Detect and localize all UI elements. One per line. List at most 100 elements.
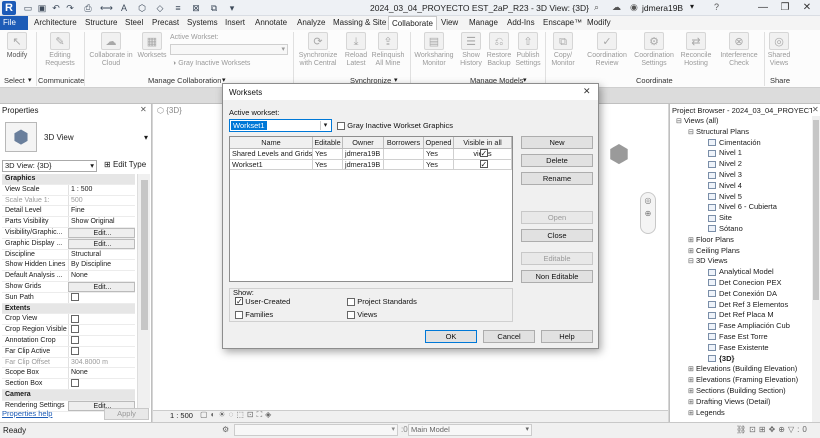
cell-visible[interactable]: ✓ (454, 159, 512, 170)
property-row[interactable]: Far Clip Offset 304.8000 m (2, 357, 135, 369)
3d-view-icon[interactable]: ⬡ (136, 2, 148, 14)
cell-editable[interactable]: Yes (313, 149, 343, 160)
property-value[interactable]: Fine (68, 206, 135, 217)
steering-wheel-icon[interactable]: ◎ (641, 196, 655, 205)
browser-node[interactable]: ⊞ Elevations (Framing Elevation) (676, 375, 812, 386)
collapse-icon[interactable]: ⊟ (688, 128, 696, 138)
expand-icon[interactable]: ⊞ (688, 247, 696, 257)
edit-button[interactable]: Edit... (68, 228, 135, 238)
property-row[interactable]: Far Clip Active (2, 346, 135, 358)
tab-modify[interactable]: Modify (584, 16, 614, 30)
cloud-icon[interactable]: ☁ (612, 2, 624, 14)
column-name[interactable]: Name (230, 137, 313, 149)
property-row[interactable]: Scope Box None (2, 368, 135, 380)
tab-analyze[interactable]: Analyze (294, 16, 328, 30)
browser-node[interactable]: ⊞ Ceiling Plans (676, 246, 812, 257)
cell-opened[interactable]: Yes (424, 149, 454, 160)
collapse-icon[interactable]: ⊟ (676, 117, 684, 127)
browser-view[interactable]: Site (676, 213, 812, 224)
ok-button[interactable]: OK (425, 330, 477, 343)
undo-icon[interactable]: ↶ (50, 2, 62, 14)
show-views[interactable]: Views (347, 310, 377, 319)
properties-help-link[interactable]: Properties help (2, 409, 52, 418)
checkbox[interactable] (347, 310, 355, 319)
tab-collaborate[interactable]: Collaborate (388, 16, 437, 30)
shared-views-button[interactable]: ◎ Shared Views (766, 32, 792, 68)
property-row[interactable]: Default Analysis ... None (2, 271, 135, 282)
checkbox[interactable] (337, 121, 345, 130)
property-value[interactable]: By Discipline (68, 260, 135, 271)
browser-node[interactable]: ⊟ Views (all) (676, 116, 812, 127)
browser-view[interactable]: Analytical Model (676, 267, 812, 278)
browser-node[interactable]: ⊞ Drafting Views (Detail) (676, 397, 812, 408)
help-button[interactable]: Help (541, 330, 593, 343)
edit-button[interactable]: Edit... (68, 282, 135, 292)
checkbox[interactable] (71, 314, 79, 323)
collaborate-in-cloud-button[interactable]: ☁ Collaborate in Cloud (87, 32, 135, 68)
tab-architecture[interactable]: Architecture (31, 16, 80, 30)
edit-button[interactable]: Edit... (68, 238, 135, 249)
view-scale[interactable]: 1 : 500 (170, 411, 193, 420)
cell-visible[interactable]: ✓ (454, 149, 512, 160)
browser-view[interactable]: Det Conecion PEX (676, 278, 812, 289)
visible-checkbox[interactable]: ✓ (479, 159, 488, 168)
checkbox[interactable] (71, 346, 79, 355)
reload-latest-button[interactable]: ⤓ Reload Latest (342, 32, 370, 68)
property-section[interactable]: Graphics (2, 174, 135, 185)
viewcube-icon[interactable]: ⬢ (602, 138, 636, 172)
tab-manage[interactable]: Manage (466, 16, 501, 30)
property-row[interactable]: Annotation Crop (2, 336, 135, 347)
expand-icon[interactable]: ⊞ (688, 387, 696, 397)
cell-name[interactable]: Shared Levels and Grids (230, 149, 313, 160)
show-user-created[interactable]: ✓ User-Created (235, 297, 290, 306)
browser-view[interactable]: Nivel 5 (676, 192, 812, 203)
apply-button[interactable]: Apply (104, 408, 149, 420)
column-editable[interactable]: Editable (313, 137, 343, 149)
browser-view[interactable]: Nivel 2 (676, 159, 812, 170)
tab-precast[interactable]: Precast (149, 16, 182, 30)
cell-opened[interactable]: Yes (424, 159, 454, 170)
browser-view[interactable]: Det Ref 3 Elementos (676, 300, 812, 311)
coordination-review-button[interactable]: ✓ Coordination Review (584, 32, 630, 68)
browser-view[interactable]: Cimentación (676, 138, 812, 149)
tab-structure[interactable]: Structure (82, 16, 120, 30)
property-row[interactable]: Sun Path (2, 292, 135, 304)
property-section[interactable]: Extents (2, 303, 135, 315)
visible-checkbox[interactable]: ✓ (479, 149, 488, 158)
column-opened[interactable]: Opened (424, 137, 454, 149)
show-history-button[interactable]: ☰ Show History (458, 32, 484, 68)
open-button[interactable]: Open (521, 211, 593, 224)
property-value[interactable]: None (68, 368, 135, 379)
property-row[interactable]: Show Hidden Lines By Discipline (2, 260, 135, 272)
checkbox[interactable] (235, 310, 243, 319)
revit-logo-icon[interactable]: R (2, 1, 16, 15)
collapse-icon[interactable]: ⊟ (688, 257, 696, 267)
property-value[interactable]: None (68, 271, 135, 282)
browser-view[interactable]: Nivel 3 (676, 170, 812, 181)
expand-icon[interactable]: ⊞ (688, 398, 696, 408)
worksets-button[interactable]: ▦ Worksets (137, 32, 167, 60)
column-visible[interactable]: Visible in all views (454, 137, 512, 158)
browser-view[interactable]: Det Ref Placa M (676, 310, 812, 321)
thin-lines-icon[interactable]: ≡ (172, 2, 184, 14)
property-row[interactable]: Crop View (2, 314, 135, 326)
maximize-icon[interactable]: ❐ (774, 1, 796, 15)
open-icon[interactable]: ▭ (22, 2, 34, 14)
close-icon[interactable]: ✕ (583, 86, 591, 97)
tag-icon[interactable]: A (118, 2, 130, 14)
close-icon[interactable]: ✕ (812, 105, 819, 114)
browser-node[interactable]: ⊞ Elevations (Building Elevation) (676, 364, 812, 375)
tab-add-ins[interactable]: Add-Ins (504, 16, 538, 30)
tab-annotate[interactable]: Annotate (252, 16, 290, 30)
property-row[interactable]: Section Box (2, 379, 135, 390)
zoom-icon[interactable]: ⊕ (641, 209, 655, 218)
help-icon[interactable]: ? (714, 2, 719, 12)
close-button[interactable]: Close (521, 229, 593, 242)
browser-view[interactable]: Sótano (676, 224, 812, 235)
worksharing-monitor-button[interactable]: ▤ Worksharing Monitor (413, 32, 455, 68)
active-workset-status-dropdown[interactable]: ▾ (234, 424, 398, 436)
property-row[interactable]: Detail Level Fine (2, 206, 135, 218)
section-icon[interactable]: ◇ (154, 2, 166, 14)
chevron-down-icon[interactable]: ▾ (144, 133, 148, 142)
customize-qat-icon[interactable]: ▾ (226, 2, 238, 14)
